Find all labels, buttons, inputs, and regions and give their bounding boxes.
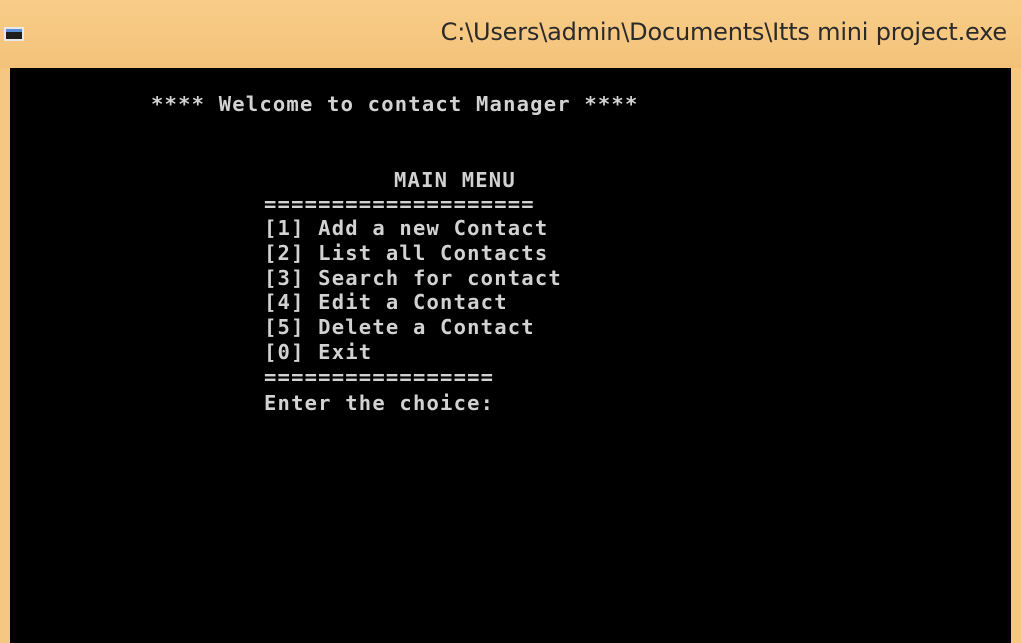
console-output[interactable]: **** Welcome to contact Manager **** MAI…	[10, 68, 1011, 643]
menu-option-search-contact: [3] Search for contact	[264, 265, 562, 290]
console-window: C:\Users\admin\Documents\Itts mini proje…	[0, 0, 1021, 643]
menu-option-add-contact: [1] Add a new Contact	[264, 216, 549, 240]
menu-options-list: [1] Add a new Contact [2] List all Conta…	[264, 216, 562, 365]
menu-separator-top: ====================	[264, 192, 535, 216]
title-bar[interactable]: C:\Users\admin\Documents\Itts mini proje…	[0, 0, 1021, 68]
console-window-icon[interactable]	[4, 27, 24, 41]
menu-option-list-contacts: [2] List all Contacts	[264, 240, 549, 265]
menu-separator-bottom: =================	[264, 365, 495, 389]
welcome-banner: **** Welcome to contact Manager ****	[151, 92, 639, 116]
window-title: C:\Users\admin\Documents\Itts mini proje…	[440, 18, 1008, 46]
menu-option-delete-contact: [5] Delete a Contact	[264, 315, 535, 340]
menu-option-exit: [0] Exit	[264, 339, 373, 364]
choice-prompt[interactable]: Enter the choice:	[264, 391, 494, 415]
menu-title: MAIN MENU	[394, 168, 516, 192]
menu-option-edit-contact: [4] Edit a Contact	[264, 290, 508, 315]
